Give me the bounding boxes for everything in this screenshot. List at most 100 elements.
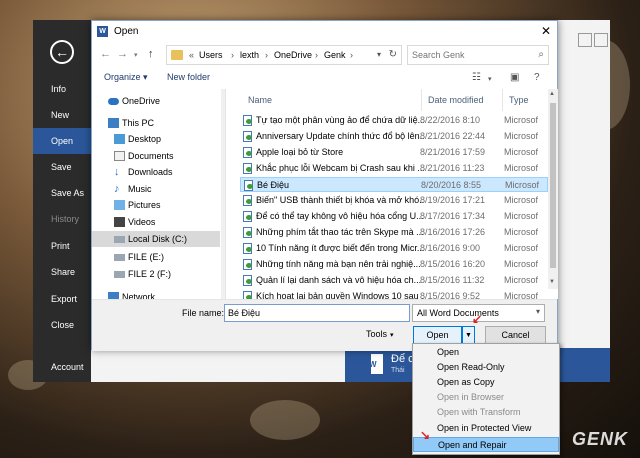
breadcrumb-separator-icon[interactable]: › xyxy=(265,50,268,60)
menu-item-open-in-browser[interactable]: Open in Browser xyxy=(413,390,559,405)
maximize-button[interactable] xyxy=(594,33,608,47)
annotation-arrow-icon: ↘ xyxy=(420,428,431,442)
back-icon[interactable]: ← xyxy=(100,48,111,60)
back-arrow-icon[interactable]: ← xyxy=(50,40,74,64)
nav-label: This PC xyxy=(122,118,155,128)
table-row-selected[interactable]: Bé Điệu 8/20/2016 8:55 Microsof xyxy=(240,177,548,192)
table-row[interactable]: Tự tạo một phân vùng ảo để chứa dữ liệ..… xyxy=(240,113,548,128)
new-folder-button[interactable]: New folder xyxy=(167,72,210,82)
backstage-item-close[interactable]: Close xyxy=(33,312,91,338)
up-icon[interactable]: ↑ xyxy=(148,48,154,60)
breadcrumb-users[interactable]: Users xyxy=(199,50,223,60)
search-input[interactable] xyxy=(408,46,526,64)
nav-item-file-f[interactable]: FILE 2 (F:) xyxy=(92,266,220,282)
file-date: 8/15/2016 9:52 xyxy=(420,291,481,299)
open-dialog: W Open ✕ ← → ▾ ↑ « Users › lexth › OneDr… xyxy=(91,20,558,351)
file-type: Microsof xyxy=(504,163,539,173)
menu-item-open-protected-view[interactable]: Open in Protected View xyxy=(413,421,559,436)
tools-button[interactable]: Tools xyxy=(366,329,387,339)
backstage-item-account[interactable]: Account xyxy=(33,354,91,380)
address-row: ← → ▾ ↑ « Users › lexth › OneDrive › Gen… xyxy=(92,43,557,69)
scroll-up-icon[interactable]: ▲ xyxy=(549,91,555,97)
breadcrumb-lexth[interactable]: lexth xyxy=(240,50,259,60)
file-name-input[interactable] xyxy=(224,304,410,322)
nav-item-onedrive[interactable]: OneDrive xyxy=(92,93,220,109)
preview-pane-icon[interactable]: ▣ xyxy=(510,72,519,83)
nav-item-pictures[interactable]: Pictures xyxy=(92,197,220,213)
column-header-type[interactable]: Type xyxy=(509,89,529,111)
search-icon[interactable]: ⌕ xyxy=(538,49,544,60)
close-icon[interactable]: ✕ xyxy=(541,24,551,38)
address-dropdown-icon[interactable]: ▾ xyxy=(377,50,381,59)
breadcrumb-overflow-icon[interactable]: « xyxy=(189,50,194,60)
recent-locations-icon[interactable]: ▾ xyxy=(134,51,138,59)
breadcrumb-genk[interactable]: Genk xyxy=(324,50,346,60)
forward-icon[interactable]: → xyxy=(117,48,128,60)
backstage-item-save-as[interactable]: Save As xyxy=(33,180,91,206)
scrollbar-thumb[interactable] xyxy=(550,103,556,268)
backstage-item-info[interactable]: Info xyxy=(33,76,91,102)
nav-item-videos[interactable]: Videos xyxy=(92,214,220,230)
folder-icon xyxy=(171,50,183,60)
table-row[interactable]: Để có thể tay không vô hiệu hóa cổng U..… xyxy=(240,209,548,224)
navigation-pane: OneDrive This PC Desktop Documents ↓ Dow… xyxy=(92,89,226,299)
nav-label: FILE 2 (F:) xyxy=(128,269,172,279)
table-row[interactable]: Khắc phục lỗi Webcam bị Crash sau khi ..… xyxy=(240,161,548,176)
column-header-date[interactable]: Date modified xyxy=(428,89,484,111)
address-bar[interactable]: « Users › lexth › OneDrive › Genk › ▾ ↻ xyxy=(166,45,402,65)
backstage-item-open[interactable]: Open xyxy=(33,128,91,154)
nav-item-file-e[interactable]: FILE (E:) xyxy=(92,249,220,265)
menu-item-open[interactable]: Open xyxy=(413,345,559,360)
column-separator[interactable] xyxy=(502,89,503,111)
help-icon[interactable]: ? xyxy=(534,72,540,83)
nav-item-network[interactable]: Network xyxy=(92,289,220,299)
table-row[interactable]: Kích hoạt lại bản quyền Windows 10 sau .… xyxy=(240,289,548,299)
backstage-item-share[interactable]: Share xyxy=(33,259,91,285)
table-row[interactable]: Anniversary Update chính thức đổ bộ lên.… xyxy=(240,129,548,144)
table-row[interactable]: Apple loại bỏ từ Store 8/21/2016 17:59 M… xyxy=(240,145,548,160)
table-row[interactable]: Quản lí lại danh sách và vô hiệu hóa ch.… xyxy=(240,273,548,288)
view-dropdown-icon[interactable]: ▾ xyxy=(488,75,492,83)
breadcrumb-separator-icon[interactable]: › xyxy=(231,50,234,60)
backstage-item-print[interactable]: Print xyxy=(33,233,91,259)
file-date: 8/16/2016 9:00 xyxy=(420,243,481,253)
view-options-icon[interactable]: ☷ xyxy=(472,72,481,83)
nav-item-local-disk[interactable]: Local Disk (C:) xyxy=(92,231,220,247)
scroll-down-icon[interactable]: ▼ xyxy=(549,279,555,285)
column-separator[interactable] xyxy=(421,89,422,111)
tools-dropdown-icon[interactable]: ▾ xyxy=(390,331,394,339)
breadcrumb-onedrive[interactable]: OneDrive xyxy=(274,50,312,60)
backstage-item-history[interactable]: History xyxy=(33,206,91,232)
organize-button[interactable]: Organize ▾ xyxy=(104,72,148,83)
desktop-icon xyxy=(114,134,125,144)
menu-item-open-as-copy[interactable]: Open as Copy xyxy=(413,375,559,390)
menu-item-open-read-only[interactable]: Open Read-Only xyxy=(413,360,559,375)
file-type: Microsof xyxy=(504,195,539,205)
table-row[interactable]: Những phím tắt thao tác trên Skype mà ..… xyxy=(240,225,548,240)
breadcrumb-separator-icon[interactable]: › xyxy=(315,50,318,60)
nav-item-desktop[interactable]: Desktop xyxy=(92,131,220,147)
documents-icon xyxy=(114,151,125,161)
table-row[interactable]: Biến" USB thành thiết bị khóa và mở khó.… xyxy=(240,193,548,208)
nav-item-music[interactable]: ♪ Music xyxy=(92,181,220,197)
pictures-icon xyxy=(114,200,125,210)
menu-item-open-with-transform[interactable]: Open with Transform xyxy=(413,405,559,420)
nav-scrollbar[interactable] xyxy=(221,89,225,299)
backstage-item-save[interactable]: Save xyxy=(33,154,91,180)
nav-label: Pictures xyxy=(128,200,161,210)
file-list-scrollbar[interactable]: ▲ ▼ xyxy=(548,89,558,289)
backstage-item-new[interactable]: New xyxy=(33,102,91,128)
table-row[interactable]: 10 Tính năng ít được biết đến trong Micr… xyxy=(240,241,548,256)
file-date: 8/15/2016 11:32 xyxy=(420,275,485,285)
column-header-name[interactable]: Name xyxy=(248,89,272,111)
minimize-button[interactable] xyxy=(578,33,592,47)
table-row[interactable]: Những tính năng mà bạn nên trải nghiệ...… xyxy=(240,257,548,272)
file-name: Bé Điệu xyxy=(257,180,290,190)
nav-item-this-pc[interactable]: This PC xyxy=(92,115,220,131)
refresh-icon[interactable]: ↻ xyxy=(389,49,397,60)
menu-item-open-and-repair[interactable]: Open and Repair xyxy=(413,437,559,452)
nav-item-downloads[interactable]: ↓ Downloads xyxy=(92,164,220,180)
nav-item-documents[interactable]: Documents xyxy=(92,148,220,164)
breadcrumb-separator-icon[interactable]: › xyxy=(350,50,353,60)
backstage-item-export[interactable]: Export xyxy=(33,286,91,312)
